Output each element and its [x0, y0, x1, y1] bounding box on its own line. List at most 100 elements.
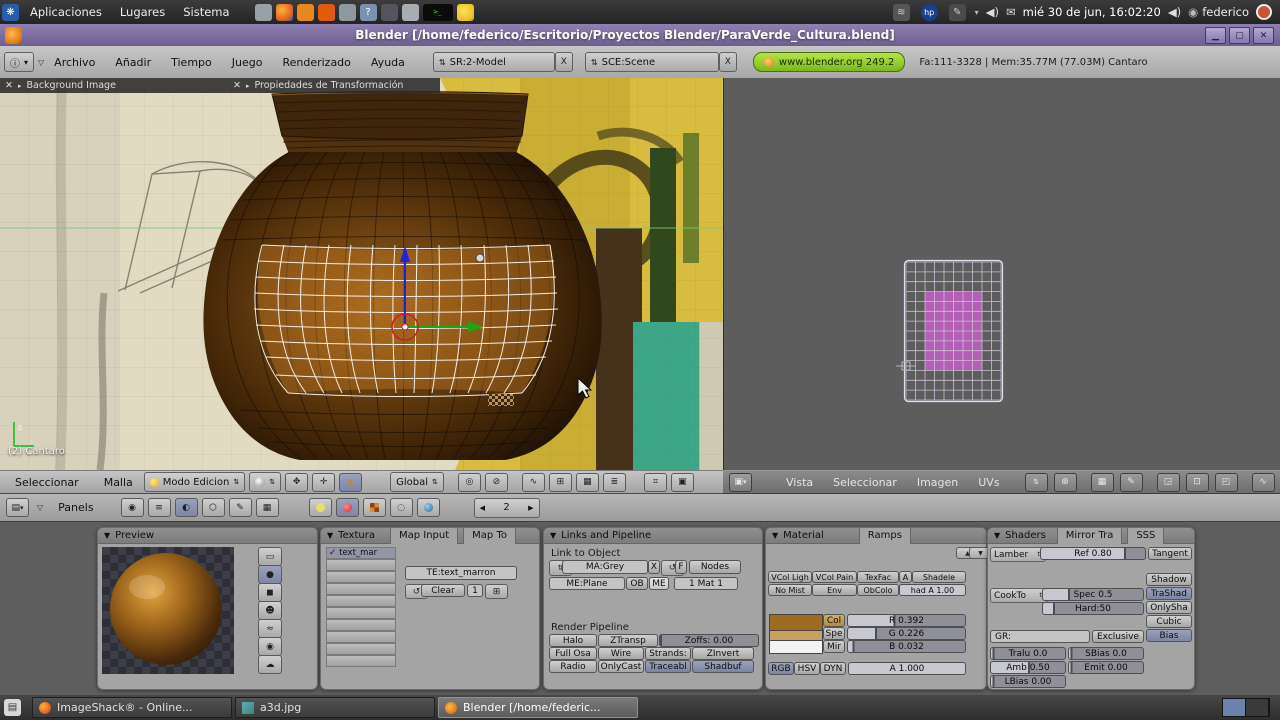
tab-sss[interactable]: SSS [1127, 527, 1165, 544]
launcher-app-icon-3[interactable] [338, 3, 356, 21]
lock-icon[interactable]: ⊞ [485, 584, 508, 599]
vcol-paint-button[interactable]: VCol Pain [812, 571, 857, 583]
panel-title[interactable]: Preview [115, 530, 154, 541]
blender-version-button[interactable]: www.blender.org 249.2 [752, 52, 906, 72]
network-icon[interactable]: ≋ [892, 3, 910, 21]
editing-context-icon[interactable]: ✎ [228, 498, 252, 517]
spec-slider[interactable]: Spec 0.5 [1042, 588, 1144, 601]
window-type-dropdown[interactable]: ⓘ ▾ [4, 52, 35, 72]
panels-menu[interactable]: Panels [58, 501, 93, 514]
collapse-triangle-icon[interactable]: ▼ [772, 531, 778, 540]
menu-aplicaciones[interactable]: Aplicaciones [21, 0, 111, 24]
panel-title[interactable]: Textura [338, 530, 375, 541]
new-image-icon[interactable]: ▦ [1090, 472, 1114, 492]
menu-seleccionar[interactable]: Seleccionar [15, 476, 79, 489]
taskbar-app-icon[interactable]: ▤ [4, 699, 21, 716]
texture-subcontext-icon[interactable] [362, 498, 386, 517]
collapse-triangle-icon[interactable]: ▼ [104, 531, 110, 540]
screen-close-button[interactable]: X [554, 52, 573, 72]
scene-context-icon[interactable]: ▦ [255, 498, 279, 517]
tangent-button[interactable]: Tangent [1148, 547, 1192, 560]
full-osa-button[interactable]: Full Osa [549, 647, 597, 660]
uv-menu-uvs[interactable]: UVs [978, 476, 999, 489]
spe-button[interactable]: Spe [823, 627, 845, 640]
viewport-3d[interactable]: z ✕ ▸ Background Image ✕ ▸ Propiedades d… [0, 78, 723, 470]
face-select-icon[interactable]: ≣ [602, 472, 626, 492]
preview-bigsphere-icon[interactable]: ◉ [258, 637, 282, 656]
task-blender[interactable]: Blender [/home/federic... [438, 697, 638, 718]
sbias-slider[interactable]: SBias 0.0 [1068, 647, 1144, 660]
menu-malla[interactable]: Malla [104, 476, 133, 489]
orientation-dropdown[interactable]: Global ⇅ [390, 472, 444, 492]
menu-archivo[interactable]: Archivo [54, 56, 95, 69]
ambient-slider[interactable]: Amb 0.50 [990, 661, 1066, 674]
sync-icon[interactable]: ⊘ [484, 472, 508, 492]
texture-channel-slot[interactable] [326, 631, 396, 643]
texture-channel-slot[interactable] [326, 607, 396, 619]
launcher-app-icon-5[interactable] [401, 3, 419, 21]
preview-sphere-icon[interactable]: ● [258, 565, 282, 584]
env-button[interactable]: Env [812, 584, 857, 596]
stylus-icon[interactable]: ✎ [948, 3, 966, 21]
radiosity-subcontext-icon[interactable]: ◌ [389, 498, 413, 517]
volume-icon[interactable]: ◀) [986, 5, 999, 19]
close-button[interactable]: ✕ [1253, 27, 1274, 44]
panel-title[interactable]: Shaders [1005, 530, 1046, 541]
texture-channel-slot[interactable] [326, 559, 396, 571]
frame-number-field[interactable]: ◀ 2 ▶ [473, 497, 540, 518]
snap-magnet-icon[interactable]: ∿ [521, 472, 545, 492]
menu-renderizado[interactable]: Renderizado [282, 56, 350, 69]
launcher-help-icon[interactable]: ? [359, 3, 377, 21]
material-subcontext-icon[interactable] [335, 498, 359, 517]
launcher-gimp-icon[interactable] [254, 3, 272, 21]
vcol-light-button[interactable]: VCol Ligh [768, 571, 812, 583]
preview-cube-icon[interactable]: ◼ [258, 583, 282, 602]
close-icon[interactable]: ✕ [233, 80, 241, 91]
shadow-button[interactable]: Shadow [1146, 573, 1192, 586]
menu-ayuda[interactable]: Ayuda [371, 56, 405, 69]
texture-channel-active[interactable]: ✓ text_mar [326, 547, 396, 559]
lbias-slider[interactable]: LBias 0.00 [990, 675, 1066, 688]
tab-map-input[interactable]: Map Input [389, 527, 459, 544]
exclusive-button[interactable]: Exclusive [1092, 630, 1144, 643]
world-subcontext-icon[interactable] [416, 498, 440, 517]
panel-title[interactable]: Links and Pipeline [561, 530, 651, 541]
buttons-editor-type-dropdown[interactable]: ▤ ▾ [6, 498, 29, 517]
users-count[interactable]: 1 [467, 584, 483, 597]
hard-slider[interactable]: Hard:50 [1042, 602, 1144, 615]
tab-mirror-transp[interactable]: Mirror Tra [1056, 527, 1123, 544]
mode-dropdown[interactable]: Modo Edicion ⇅ [143, 472, 246, 492]
wire-button[interactable]: Wire [598, 647, 644, 660]
mail-icon[interactable]: ✉ [1006, 5, 1016, 19]
texture-name-field[interactable]: TE:text_marron [405, 566, 517, 580]
task-a3d-jpg[interactable]: a3d.jpg [235, 697, 435, 718]
material-name-field[interactable]: MA:Grey [562, 560, 648, 574]
material-slot-field[interactable]: 1 Mat 1 [674, 577, 738, 590]
me-button[interactable]: ME [649, 577, 669, 590]
halo-button[interactable]: Halo [549, 634, 597, 647]
mirror-color-swatch[interactable] [769, 640, 823, 654]
uv-island-icon[interactable]: ◰ [1214, 472, 1238, 492]
color-r-slider[interactable]: R 0.392 [847, 614, 966, 627]
specular-shader-dropdown[interactable]: CookTo⇅ [990, 588, 1048, 603]
viewport-shading-dropdown[interactable]: ⇅ [249, 472, 282, 492]
launcher-app-icon-4[interactable] [380, 3, 398, 21]
tab-ramps[interactable]: Ramps [858, 527, 911, 544]
nodes-button[interactable]: Nodes [689, 560, 741, 574]
scene-close-button[interactable]: X [718, 52, 737, 72]
launcher-terminal-icon[interactable]: >_ [422, 3, 453, 21]
lamp-subcontext-icon[interactable] [308, 498, 332, 517]
traceable-button[interactable]: Traceabl [645, 660, 691, 673]
pivot-icon[interactable]: ◎ [457, 472, 481, 492]
header-collapse-icon[interactable]: ▽ [38, 58, 44, 67]
manipulator-hand-icon[interactable]: ✥ [285, 472, 309, 492]
texface-button[interactable]: TexFac [857, 571, 899, 583]
pin-icon[interactable]: ⊕ [1053, 472, 1077, 492]
emit-slider[interactable]: Emit 0.00 [1068, 661, 1144, 674]
blender-app-icon[interactable] [5, 26, 22, 44]
texture-channel-slot[interactable] [326, 655, 396, 667]
color-g-slider[interactable]: G 0.226 [847, 627, 966, 640]
ztransp-button[interactable]: ZTransp [598, 634, 658, 647]
script-context-icon[interactable]: ≡ [147, 498, 171, 517]
obcolor-button[interactable]: ObColo [857, 584, 899, 596]
